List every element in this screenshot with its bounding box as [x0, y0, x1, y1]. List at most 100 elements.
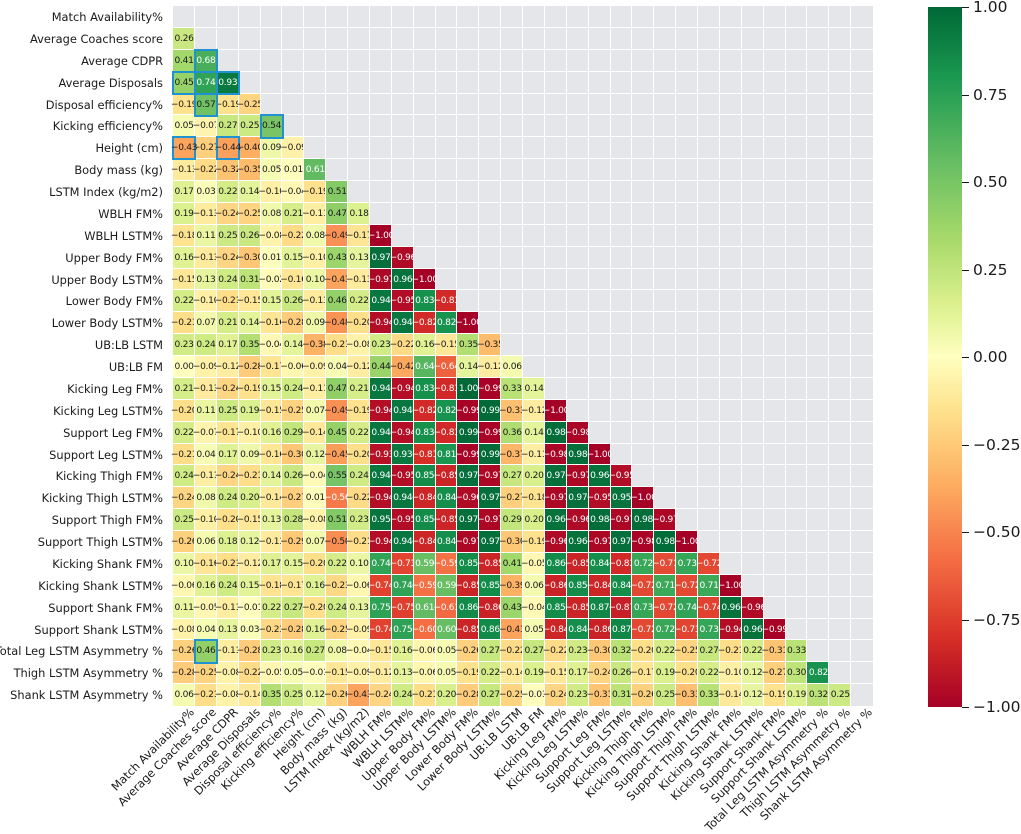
- heatmap-cell-empty: [675, 114, 700, 139]
- heatmap-cell: −0.85: [565, 551, 591, 576]
- heatmap-cell: 0.24: [215, 267, 240, 292]
- cell-value: 0.05: [437, 646, 457, 657]
- cell-value: 0.97: [480, 493, 500, 504]
- cell-value: 0.25: [218, 405, 238, 416]
- heatmap-cell: −0.20: [302, 595, 329, 620]
- heatmap-cell-empty: [587, 136, 612, 161]
- heatmap-cell: −0.98: [630, 530, 657, 555]
- heatmap-cell-empty: [675, 245, 700, 270]
- heatmap-cell-empty: [718, 486, 743, 511]
- heatmap-cell-empty: [850, 245, 875, 270]
- heatmap-cell-empty: [565, 26, 590, 51]
- heatmap-cell-empty: [718, 333, 743, 358]
- heatmap-cell-empty: [850, 136, 875, 161]
- cell-value: 0.24: [393, 690, 413, 701]
- y-axis-label: Support Shank LSTM%: [34, 622, 163, 637]
- heatmap-cell-empty: [675, 5, 700, 30]
- heatmap-cell-empty: [631, 26, 656, 51]
- heatmap-cell-empty: [697, 92, 722, 117]
- heatmap-cell: −0.95: [608, 464, 635, 489]
- y-axis-label: Kicking Leg FM%: [67, 381, 163, 396]
- heatmap-cell-empty: [543, 355, 568, 380]
- cell-value: 0.21: [218, 318, 238, 329]
- heatmap-cell-empty: [543, 333, 568, 358]
- heatmap-cell-empty: [412, 223, 437, 248]
- colorbar-tick: [962, 7, 969, 8]
- cell-value: 0.45: [174, 77, 194, 88]
- heatmap-cell-empty: [850, 508, 875, 533]
- heatmap-cell-empty: [565, 158, 590, 183]
- heatmap-cell-empty: [412, 136, 437, 161]
- heatmap-cell-empty: [806, 617, 831, 642]
- heatmap-cell-empty: [390, 5, 415, 30]
- heatmap-cell-empty: [522, 267, 547, 292]
- heatmap-cell-empty: [850, 530, 875, 555]
- heatmap-cell: 0.18: [215, 530, 240, 555]
- cell-value: 0.46: [196, 646, 216, 657]
- colorbar-tick-label: −0.50: [973, 523, 1021, 541]
- heatmap-cell-empty: [784, 92, 809, 117]
- heatmap-cell-empty: [565, 289, 590, 314]
- heatmap-cell-empty: [565, 311, 590, 336]
- heatmap-cell-empty: [850, 376, 875, 401]
- heatmap-cell: −0.10: [302, 245, 329, 270]
- heatmap-cell-empty: [368, 136, 393, 161]
- heatmap-cell-empty: [500, 5, 525, 30]
- heatmap-cell-empty: [675, 158, 700, 183]
- heatmap-cell-empty: [718, 180, 743, 205]
- cell-value: 0.23: [568, 646, 588, 657]
- heatmap-cell-empty: [609, 114, 634, 139]
- heatmap-cell-empty: [740, 355, 765, 380]
- heatmap-cell: 0.14: [522, 420, 547, 445]
- cell-value: 0.15: [262, 383, 282, 394]
- heatmap-cell: −0.96: [740, 595, 766, 620]
- heatmap-cell-empty: [565, 114, 590, 139]
- heatmap-cell-empty: [784, 573, 809, 598]
- heatmap-cell-empty: [740, 223, 765, 248]
- heatmap-cell-empty: [259, 92, 284, 117]
- heatmap-cell-empty: [434, 180, 459, 205]
- heatmap-cell: −0.59: [412, 573, 438, 598]
- heatmap-cell-empty: [806, 26, 831, 51]
- heatmap-cell-empty: [434, 5, 459, 30]
- heatmap-cell-empty: [828, 70, 853, 95]
- heatmap-cell: 0.11: [193, 223, 218, 248]
- heatmap-cell-empty: [456, 114, 481, 139]
- heatmap-cell-empty: [740, 136, 765, 161]
- heatmap-cell-empty: [762, 289, 787, 314]
- heatmap-cell-empty: [609, 5, 634, 30]
- cell-value: 0.16: [283, 646, 303, 657]
- heatmap-cell-empty: [850, 26, 875, 51]
- cell-value: 0.06: [524, 580, 544, 591]
- heatmap-cell: 0.23: [259, 639, 284, 664]
- colorbar-tick: [962, 707, 969, 708]
- heatmap-cell-empty: [500, 289, 525, 314]
- heatmap-cell: −0.59: [433, 551, 460, 576]
- cell-value: 0.74: [393, 580, 413, 591]
- heatmap-cell-empty: [740, 267, 765, 292]
- heatmap-cell-empty: [368, 5, 393, 30]
- heatmap-cell-empty: [609, 245, 634, 270]
- heatmap-cell-empty: [500, 114, 525, 139]
- heatmap-cell-empty: [390, 48, 415, 73]
- heatmap-cell: −0.83: [433, 376, 460, 401]
- heatmap-cell-empty: [850, 289, 875, 314]
- cell-value: 0.20: [524, 515, 544, 526]
- heatmap-cell-empty: [653, 158, 678, 183]
- heatmap-cell-empty: [434, 92, 459, 117]
- heatmap-cell: −0.04: [521, 595, 548, 620]
- heatmap-cell-empty: [784, 464, 809, 489]
- heatmap-cell: −0.30: [280, 442, 307, 467]
- heatmap-cell-empty: [740, 92, 765, 117]
- heatmap-cell: 0.51: [325, 508, 350, 533]
- heatmap-cell: 0.47: [325, 376, 350, 401]
- heatmap-cell-empty: [828, 376, 853, 401]
- heatmap-cell-empty: [697, 48, 722, 73]
- heatmap-cell-empty: [697, 442, 722, 467]
- heatmap-cell: −0.97: [587, 530, 613, 555]
- y-axis-label: Support Leg FM%: [63, 425, 163, 440]
- heatmap-cell-empty: [281, 114, 306, 139]
- heatmap-cell-empty: [718, 442, 743, 467]
- heatmap-cell: −0.11: [302, 376, 329, 401]
- heatmap-cell-empty: [565, 70, 590, 95]
